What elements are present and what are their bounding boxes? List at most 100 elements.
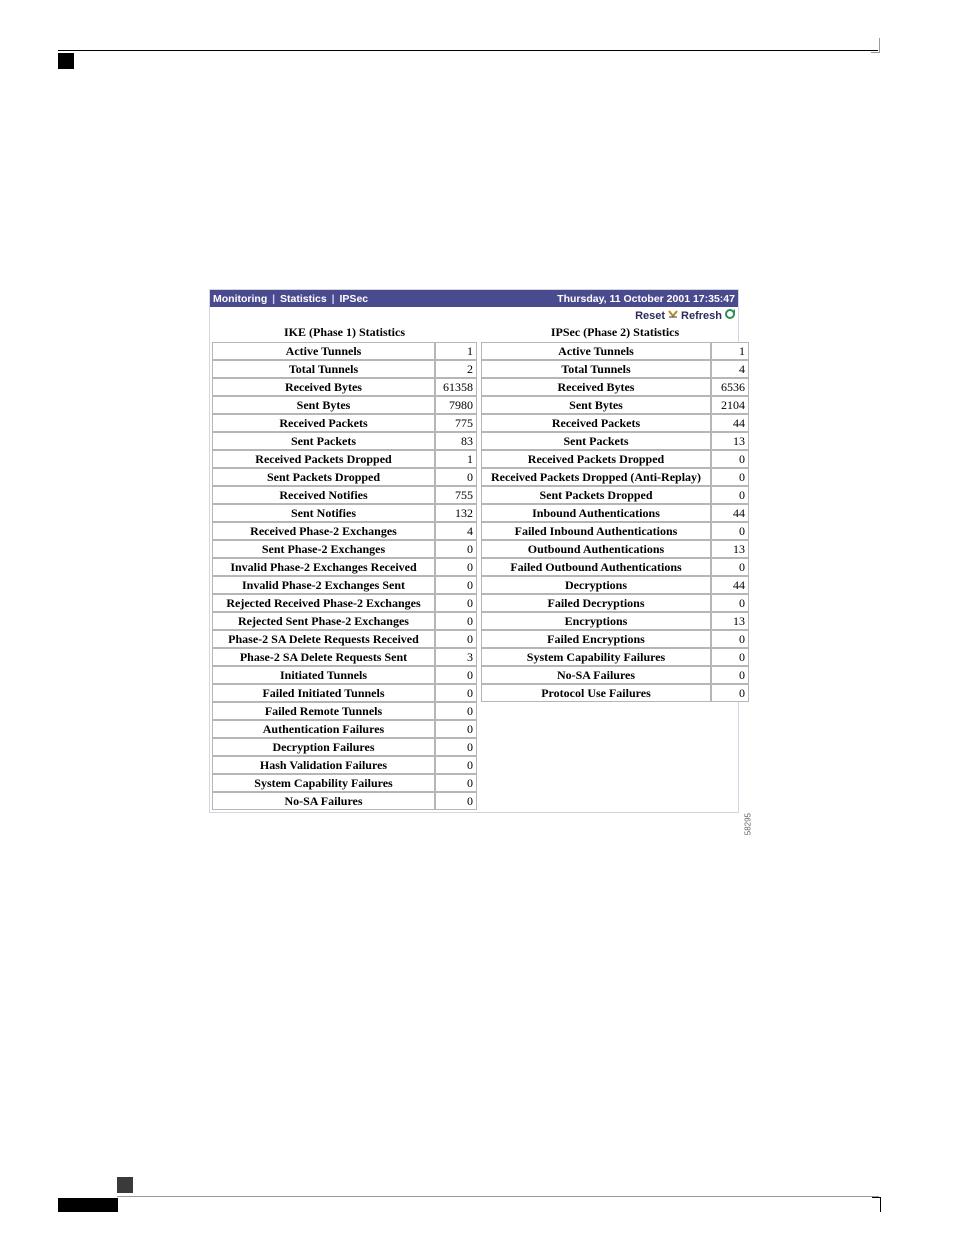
page-top-rule [58,50,878,51]
reset-icon [667,308,679,323]
stat-value: 0 [711,684,749,702]
stat-label: Active Tunnels [212,342,435,360]
stat-label: Sent Bytes [212,396,435,414]
stat-value: 4 [435,522,477,540]
stat-label: Invalid Phase-2 Exchanges Received [212,558,435,576]
stat-value: 755 [435,486,477,504]
stat-value: 2104 [711,396,749,414]
crumb-ipsec: IPSec [340,293,369,305]
stat-label: Sent Notifies [212,504,435,522]
table-row: Invalid Phase-2 Exchanges Received0 [212,558,477,576]
page-bottom-rule [117,1196,879,1197]
stat-value: 0 [435,684,477,702]
page-bottom-right-crop [872,1197,881,1212]
stat-value: 44 [711,576,749,594]
refresh-icon [724,308,736,323]
table-row: Active Tunnels1 [212,342,477,360]
table-row: Protocol Use Failures0 [481,684,749,702]
table-row: Total Tunnels4 [481,360,749,378]
reset-label: Reset [635,310,665,322]
table-row: Failed Outbound Authentications0 [481,558,749,576]
stat-label: Failed Initiated Tunnels [212,684,435,702]
stat-value: 4 [711,360,749,378]
stat-value: 0 [711,666,749,684]
table-row: Total Tunnels2 [212,360,477,378]
stat-label: Received Packets Dropped [481,450,711,468]
panel-toolbar: Reset Refresh [210,307,738,323]
table-row: Encryptions13 [481,612,749,630]
stat-label: Received Packets Dropped [212,450,435,468]
stat-value: 0 [435,792,477,810]
phase2-table: Active Tunnels1Total Tunnels4Received By… [481,342,749,702]
stat-label: Rejected Sent Phase-2 Exchanges [212,612,435,630]
stat-value: 2 [435,360,477,378]
stat-value: 0 [435,756,477,774]
table-row: System Capability Failures0 [481,648,749,666]
table-row: Sent Notifies132 [212,504,477,522]
stat-label: Received Packets [481,414,711,432]
panel-datetime: Thursday, 11 October 2001 17:35:47 [557,293,735,305]
stat-label: Decryptions [481,576,711,594]
table-row: Invalid Phase-2 Exchanges Sent0 [212,576,477,594]
table-row: Authentication Failures0 [212,720,477,738]
crumb-sep: | [330,293,337,305]
stat-label: Initiated Tunnels [212,666,435,684]
stat-label: Inbound Authentications [481,504,711,522]
table-row: Hash Validation Failures0 [212,756,477,774]
stat-value: 13 [711,432,749,450]
reset-button[interactable]: Reset [635,308,679,323]
stat-value: 0 [435,738,477,756]
stat-value: 13 [711,612,749,630]
table-row: Received Packets Dropped0 [481,450,749,468]
stat-label: Sent Bytes [481,396,711,414]
stat-label: Failed Encryptions [481,630,711,648]
stat-label: Sent Phase-2 Exchanges [212,540,435,558]
stat-label: System Capability Failures [212,774,435,792]
stat-value: 3 [435,648,477,666]
crumb-statistics: Statistics [280,293,327,305]
stat-value: 0 [711,486,749,504]
table-row: Received Packets775 [212,414,477,432]
table-row: Sent Packets13 [481,432,749,450]
stat-label: Sent Packets [212,432,435,450]
stat-value: 44 [711,414,749,432]
table-row: Decryptions44 [481,576,749,594]
stat-value: 0 [435,540,477,558]
table-row: Active Tunnels1 [481,342,749,360]
stat-value: 1 [711,342,749,360]
stat-label: Received Notifies [212,486,435,504]
table-row: Received Packets44 [481,414,749,432]
table-row: Sent Phase-2 Exchanges0 [212,540,477,558]
stat-label: Phase-2 SA Delete Requests Received [212,630,435,648]
page-top-marker [58,53,74,69]
crumb-sep: | [270,293,277,305]
stats-columns: IKE (Phase 1) Statistics Active Tunnels1… [210,323,738,812]
stat-value: 0 [435,630,477,648]
stat-label: No-SA Failures [212,792,435,810]
stat-label: Rejected Received Phase-2 Exchanges [212,594,435,612]
stat-label: Sent Packets [481,432,711,450]
table-row: Sent Packets Dropped0 [481,486,749,504]
stat-value: 1 [435,450,477,468]
breadcrumb: Monitoring | Statistics | IPSec [213,293,368,305]
stat-label: Total Tunnels [481,360,711,378]
table-row: Failed Inbound Authentications0 [481,522,749,540]
stat-value: 775 [435,414,477,432]
table-row: Initiated Tunnels0 [212,666,477,684]
figure-id: 58295 [743,813,752,835]
phase1-column: IKE (Phase 1) Statistics Active Tunnels1… [212,323,477,810]
table-row: Received Phase-2 Exchanges4 [212,522,477,540]
stat-value: 0 [435,612,477,630]
stat-label: Total Tunnels [212,360,435,378]
refresh-button[interactable]: Refresh [681,308,736,323]
stat-label: Sent Packets Dropped [481,486,711,504]
stat-label: Received Phase-2 Exchanges [212,522,435,540]
stat-value: 0 [435,702,477,720]
page-bottom-marker [117,1177,133,1193]
stat-label: Failed Outbound Authentications [481,558,711,576]
stat-label: Received Packets [212,414,435,432]
stat-label: System Capability Failures [481,648,711,666]
table-row: Received Bytes6536 [481,378,749,396]
stat-value: 0 [435,468,477,486]
stat-label: Authentication Failures [212,720,435,738]
